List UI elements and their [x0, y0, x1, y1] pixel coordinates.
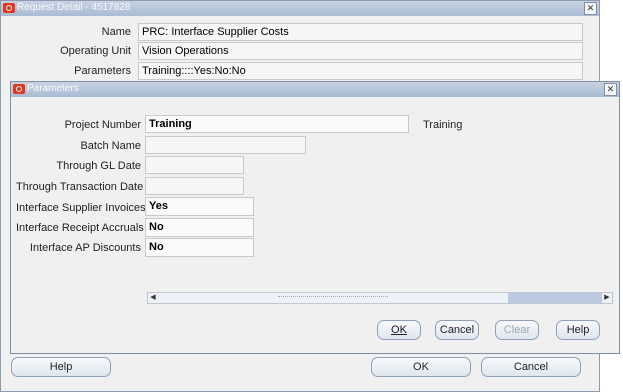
- through-gl-date-field[interactable]: [145, 156, 244, 174]
- interface-ap-discounts-label: Interface AP Discounts: [29, 242, 141, 254]
- through-transaction-date-label: Through Transaction Date: [16, 181, 144, 193]
- scroll-right-icon[interactable]: ▶: [602, 293, 612, 303]
- params-help-button[interactable]: Help: [556, 320, 600, 340]
- params-ok-button[interactable]: OK: [377, 320, 421, 340]
- oracle-logo-icon: [13, 84, 25, 94]
- name-field[interactable]: PRC: Interface Supplier Costs: [138, 23, 583, 41]
- operating-unit-label: Operating Unit: [60, 45, 131, 57]
- request-detail-title: Request Detail - 4517828: [17, 2, 131, 13]
- horizontal-scrollbar[interactable]: ◀ ▶: [147, 292, 613, 304]
- parameters-titlebar[interactable]: Parameters ✕: [11, 82, 619, 97]
- interface-supplier-invoices-field[interactable]: Yes: [145, 197, 254, 216]
- through-gl-date-label: Through GL Date: [56, 160, 141, 172]
- scrollbar-thumb[interactable]: [508, 293, 602, 303]
- interface-ap-discounts-field[interactable]: No: [145, 238, 254, 257]
- project-number-label: Project Number: [64, 119, 141, 131]
- batch-name-label: Batch Name: [80, 140, 141, 152]
- interface-receipt-accruals-field[interactable]: No: [145, 218, 254, 237]
- oracle-logo-icon: [3, 3, 15, 13]
- params-cancel-button[interactable]: Cancel: [435, 320, 479, 340]
- project-number-field[interactable]: Training: [145, 115, 409, 133]
- close-icon[interactable]: ✕: [584, 2, 597, 15]
- help-button[interactable]: Help: [11, 357, 111, 377]
- parameters-field[interactable]: Training::::Yes:No:No: [138, 62, 583, 80]
- interface-receipt-accruals-label: Interface Receipt Accruals: [16, 222, 144, 234]
- params-clear-button[interactable]: Clear: [495, 320, 539, 340]
- batch-name-field[interactable]: [145, 136, 306, 154]
- operating-unit-field[interactable]: Vision Operations: [138, 42, 583, 60]
- ok-button[interactable]: OK: [371, 357, 471, 377]
- close-icon[interactable]: ✕: [604, 83, 617, 96]
- project-number-description: Training: [423, 119, 463, 131]
- scroll-left-icon[interactable]: ◀: [148, 293, 158, 303]
- request-detail-titlebar[interactable]: Request Detail - 4517828 ✕: [1, 1, 599, 16]
- cancel-button[interactable]: Cancel: [481, 357, 581, 377]
- parameters-window: Parameters ✕ Project Number Training Tra…: [10, 81, 620, 354]
- through-transaction-date-field[interactable]: [145, 177, 244, 195]
- parameters-title: Parameters: [27, 83, 79, 94]
- parameters-label: Parameters: [74, 65, 131, 77]
- name-label: Name: [101, 26, 131, 38]
- interface-supplier-invoices-label: Interface Supplier Invoices: [16, 202, 146, 214]
- scrollbar-grip: [278, 296, 388, 300]
